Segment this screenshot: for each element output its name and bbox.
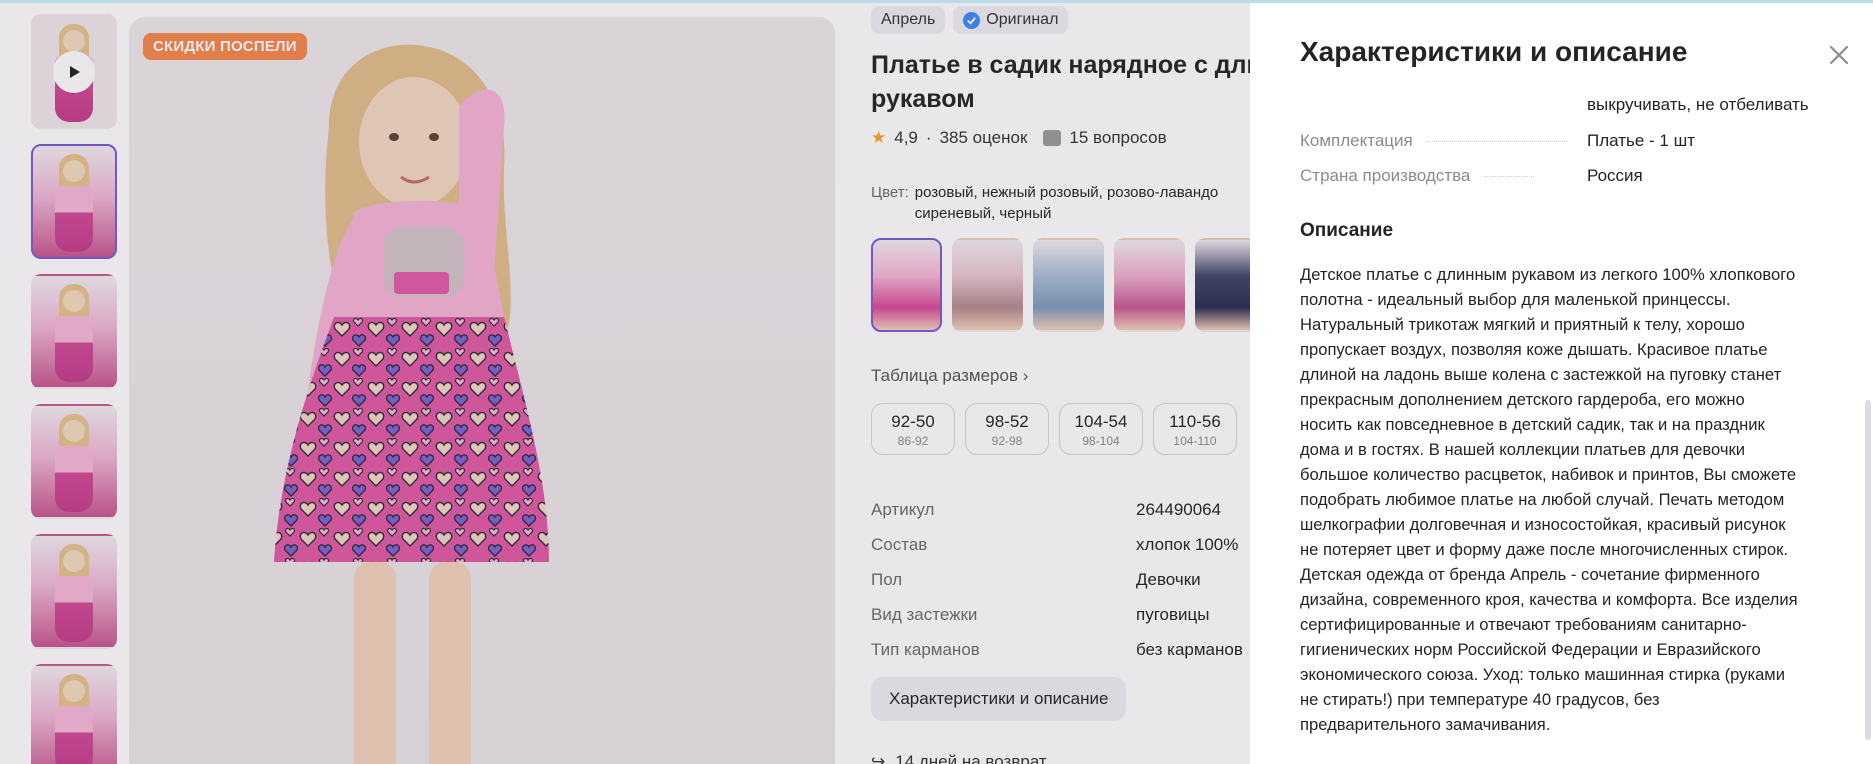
modal-backdrop[interactable] (0, 0, 1250, 764)
specs-drawer: Характеристики и описание выкручивать, н… (1250, 0, 1873, 764)
close-icon[interactable] (1828, 44, 1850, 66)
care-text-partial: выкручивать, не отбеливать (1587, 95, 1809, 114)
drawer-spec-row: Страна производства Россия (1300, 166, 1643, 185)
description-text: Детское платье с длинным рукавом из легк… (1300, 265, 1798, 734)
drawer-scrollbar[interactable] (1865, 400, 1871, 740)
drawer-title: Характеристики и описание (1300, 36, 1688, 67)
top-accent-line (0, 0, 1873, 3)
description-heading: Описание (1300, 220, 1394, 241)
drawer-spec-row: Комплектация Платье - 1 шт (1300, 131, 1696, 150)
